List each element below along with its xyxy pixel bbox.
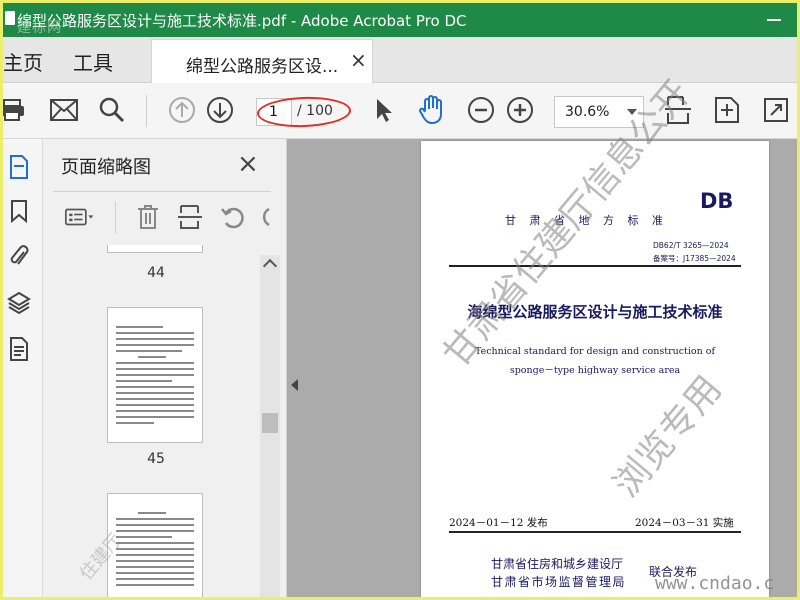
standard-category: 甘 肃 省 地 方 标 准 (505, 214, 668, 227)
issuer-1: 甘肃省住房和城乡建设厅 (491, 557, 624, 571)
scrollbar-thumb[interactable] (262, 413, 278, 433)
zoom-level-value: 30.6% (565, 104, 610, 120)
thumbnails-panel: 页面缩略图 × 44 45 (43, 139, 287, 597)
main-toolbar: 1 / 100 30.6% (3, 83, 797, 139)
document-view[interactable]: DB 甘 肃 省 地 方 标 准 DB62/T 3265—2024 备案号：J1… (287, 139, 797, 597)
next-page-icon[interactable] (205, 95, 235, 125)
zoom-in-icon[interactable] (505, 95, 535, 125)
fit-page-icon[interactable] (712, 95, 742, 125)
tab-tools[interactable]: 工具 (73, 47, 113, 76)
email-icon[interactable] (49, 95, 79, 125)
close-tab-icon[interactable]: × (350, 48, 367, 72)
pdf-file-icon (5, 11, 15, 25)
thumbnail-page-number: 44 (147, 265, 165, 281)
pdf-page: DB 甘 肃 省 地 方 标 准 DB62/T 3265—2024 备案号：J1… (421, 141, 769, 597)
minimize-icon[interactable] (767, 19, 781, 21)
toolbar-separator (146, 95, 147, 127)
tab-home[interactable]: 主页 (3, 47, 43, 76)
tab-document-label: 绵型公路服务区设... (186, 57, 339, 77)
bookmark-icon[interactable] (5, 197, 33, 225)
navigation-pane (3, 139, 43, 597)
window-title: 绵型公路服务区设计与施工技术标准.pdf - Adobe Acrobat Pro… (17, 12, 467, 30)
issuer-2: 甘肃省市场监督管理局 (491, 575, 627, 589)
thumbnail-page-46[interactable] (107, 493, 203, 597)
thumbnail-scrollbar[interactable] (260, 255, 280, 597)
zoom-level-select[interactable]: 30.6% (554, 96, 644, 128)
record-number: 备案号：J17385—2024 (653, 254, 736, 263)
rotate-left-icon[interactable] (217, 202, 247, 232)
layers-icon[interactable] (5, 289, 33, 317)
header-rule (449, 265, 741, 267)
standard-code: DB62/T 3265—2024 (653, 241, 729, 250)
search-icon[interactable] (97, 95, 127, 125)
panel-title: 页面缩略图 (61, 157, 151, 178)
page-fit-icon[interactable] (663, 95, 693, 125)
document-properties-icon[interactable] (5, 335, 33, 363)
joint-release: 联合发布 (649, 565, 698, 579)
document-title-en-line-2: sponge－type highway service area (509, 365, 681, 376)
tab-bar: 主页 工具 绵型公路服务区设... × (3, 37, 797, 83)
thumbnail-list: 44 45 (53, 245, 271, 597)
footer-rule (449, 531, 741, 533)
thumbnail-options-icon[interactable] (65, 202, 95, 232)
select-cursor-icon[interactable] (369, 95, 399, 125)
close-panel-icon[interactable]: × (237, 149, 259, 179)
standard-logo: DB (700, 189, 734, 213)
page-thumbnails-icon[interactable] (5, 153, 33, 181)
fullscreen-icon[interactable] (761, 95, 791, 125)
thumbnail-page-44[interactable] (107, 245, 203, 253)
thumbnail-page-45[interactable] (107, 307, 203, 443)
print-icon[interactable] (3, 95, 27, 125)
overlay-watermark: 建标网 (17, 20, 62, 36)
thumbnail-page-number: 45 (147, 451, 165, 467)
scroll-up-icon[interactable] (262, 258, 278, 274)
panel-separator (115, 202, 116, 234)
previous-page-icon[interactable] (167, 95, 197, 125)
chevron-down-icon (627, 109, 637, 115)
rotate-right-icon[interactable] (249, 202, 279, 232)
panel-toolbar (53, 191, 271, 243)
title-bar: 绵型公路服务区设计与施工技术标准.pdf - Adobe Acrobat Pro… (3, 3, 797, 37)
attachment-icon[interactable] (5, 243, 33, 271)
document-title-cn: 海绵型公路服务区设计与施工技术标准 (467, 303, 723, 321)
hand-tool-icon[interactable] (417, 95, 447, 125)
app-window: 绵型公路服务区设计与施工技术标准.pdf - Adobe Acrobat Pro… (0, 0, 800, 600)
implement-date: 2024－03－31 实施 (635, 517, 734, 529)
zoom-out-icon[interactable] (466, 95, 496, 125)
collapse-panel-icon[interactable] (291, 379, 298, 391)
insert-page-icon[interactable] (175, 202, 205, 232)
release-date: 2024－01－12 发布 (449, 517, 548, 529)
tab-document[interactable]: 绵型公路服务区设... × (151, 39, 373, 83)
delete-page-icon[interactable] (133, 202, 163, 232)
document-title-en-line-1: Technical standard for design and constr… (474, 346, 716, 357)
